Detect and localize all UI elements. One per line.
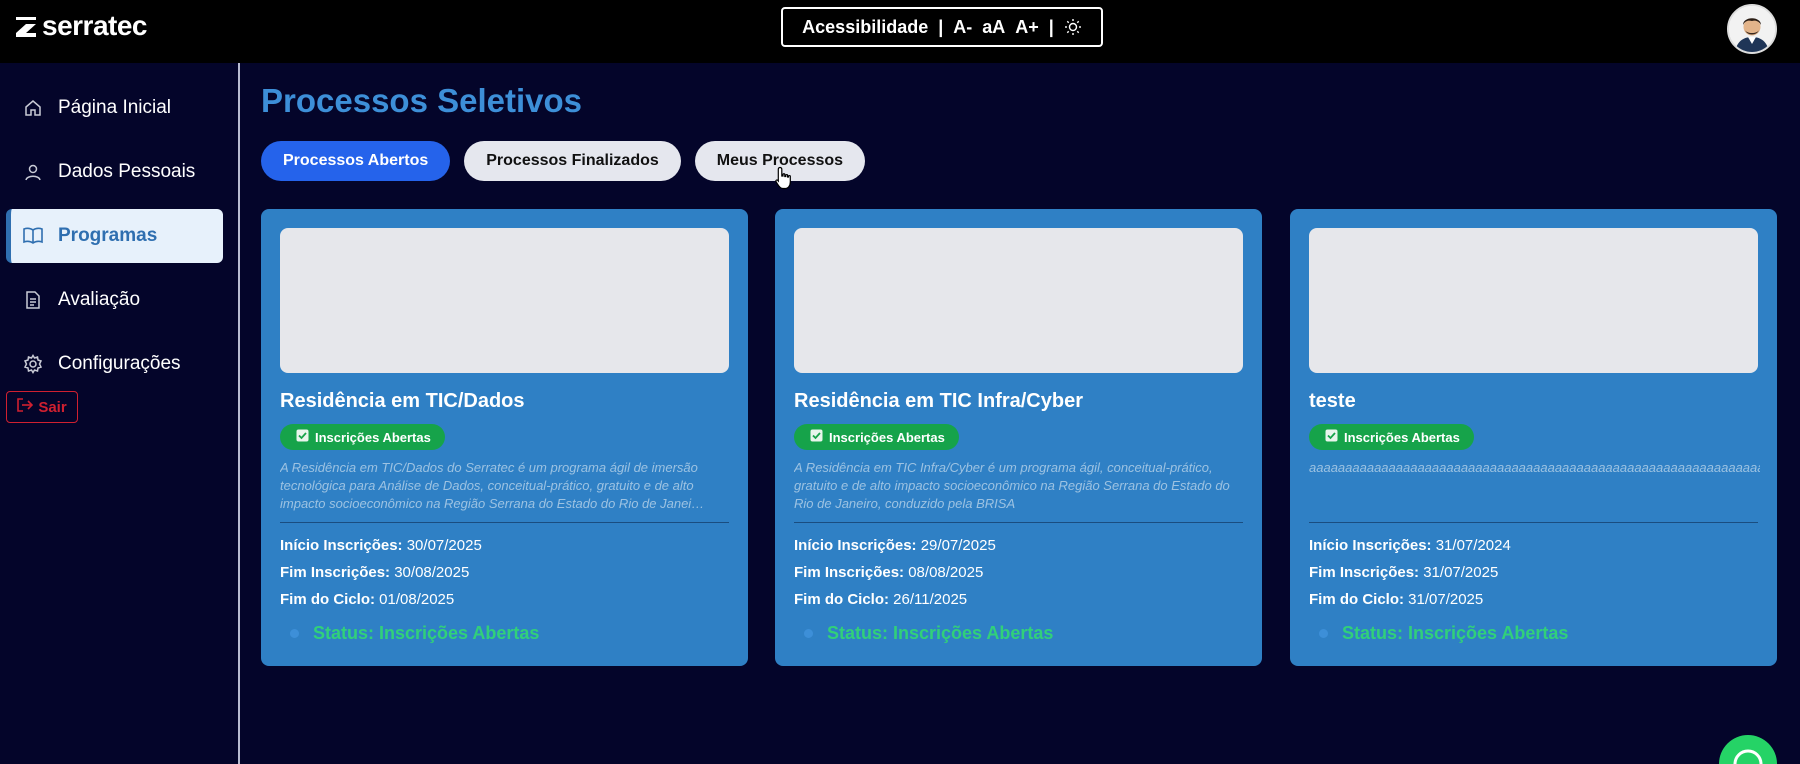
info-inicio-inscricoes: Início Inscrições: 29/07/2025 — [794, 537, 996, 554]
status-badge: Inscrições Abertas — [280, 424, 445, 450]
divider — [280, 522, 729, 523]
info-fim-inscricoes: Fim Inscrições: 31/07/2025 — [1309, 564, 1499, 581]
sidebar-item-label: Programas — [58, 225, 158, 246]
status-label: Status: Inscrições Abertas — [1342, 623, 1569, 643]
home-icon — [22, 97, 44, 119]
divider — [1309, 522, 1758, 523]
info-fim-inscricoes: Fim Inscrições: 30/08/2025 — [280, 564, 470, 581]
info-fim-ciclo: Fim do Ciclo: 31/07/2025 — [1309, 591, 1484, 608]
top-bar: serratec Acessibilidade | A- aA A+ | — [0, 0, 1800, 63]
status-dot-icon — [1319, 629, 1328, 638]
sidebar-item-avaliacao[interactable]: Avaliação — [6, 273, 223, 327]
whatsapp-button[interactable] — [1719, 735, 1777, 764]
checkbox-icon — [1325, 429, 1338, 445]
badge-label: Inscrições Abertas — [1344, 429, 1460, 445]
info-fim-ciclo: Fim do Ciclo: 26/11/2025 — [794, 591, 968, 608]
status-label: Status: Inscrições Abertas — [313, 623, 540, 643]
page-title: Processos Seletivos — [261, 82, 583, 119]
divider — [794, 522, 1243, 523]
sidebar-item-label: Avaliação — [58, 289, 141, 310]
accessibility-label: Acessibilidade — [802, 16, 929, 37]
gear-icon — [22, 353, 44, 375]
logout-button[interactable]: Sair — [6, 391, 78, 423]
badge-label: Inscrições Abertas — [829, 429, 945, 445]
tab-processos-abertos[interactable]: Processos Abertos — [261, 141, 451, 181]
info-fim-inscricoes: Fim Inscrições: 08/08/2025 — [794, 564, 984, 581]
user-avatar[interactable] — [1727, 4, 1777, 54]
info-fim-ciclo: Fim do Ciclo: 01/08/2025 — [280, 591, 455, 608]
font-decrease-button[interactable]: A- — [953, 17, 972, 38]
process-card[interactable]: teste Inscrições Abertas aaaaaaaaaaaaaaa… — [1290, 209, 1777, 666]
logo-text: serratec — [42, 10, 147, 41]
card-title: Residência em TIC Infra/Cyber — [794, 390, 1083, 412]
status-dot-icon — [804, 629, 813, 638]
sidebar-item-programas[interactable]: Programas — [6, 209, 223, 263]
sidebar: Página Inicial Dados Pessoais Programas … — [0, 63, 240, 764]
card-status: Status: Inscrições Abertas — [794, 623, 1053, 644]
card-description: aaaaaaaaaaaaaaaaaaaaaaaaaaaaaaaaaaaaaaaa… — [1309, 460, 1760, 475]
logo-mark-icon — [14, 13, 38, 39]
separator: | — [1048, 16, 1054, 37]
hand-cursor-icon — [775, 166, 793, 195]
sidebar-item-dados-pessoais[interactable]: Dados Pessoais — [6, 145, 223, 199]
status-badge: Inscrições Abertas — [1309, 424, 1474, 450]
logout-icon — [17, 398, 34, 416]
card-image-placeholder — [794, 228, 1243, 373]
card-title: teste — [1309, 390, 1356, 412]
badge-label: Inscrições Abertas — [315, 429, 431, 445]
status-dot-icon — [290, 629, 299, 638]
card-status: Status: Inscrições Abertas — [280, 623, 539, 644]
card-image-placeholder — [280, 228, 729, 373]
book-icon — [22, 225, 44, 247]
card-description: A Residência em TIC Infra/Cyber é um pro… — [794, 460, 1230, 511]
sidebar-item-pagina-inicial[interactable]: Página Inicial — [6, 81, 223, 135]
serratec-logo[interactable]: serratec — [14, 10, 147, 42]
status-label: Status: Inscrições Abertas — [827, 623, 1054, 643]
status-badge: Inscrições Abertas — [794, 424, 959, 450]
user-icon — [22, 161, 44, 183]
info-inicio-inscricoes: Início Inscrições: 30/07/2025 — [280, 537, 482, 554]
card-image-placeholder — [1309, 228, 1758, 373]
card-description: A Residência em TIC/Dados do Serratec é … — [280, 460, 705, 511]
font-increase-button[interactable]: A+ — [1015, 17, 1039, 38]
document-icon — [22, 289, 44, 311]
card-title: Residência em TIC/Dados — [280, 390, 525, 412]
accessibility-bar: Acessibilidade | A- aA A+ | — [781, 7, 1103, 47]
sidebar-item-label: Configurações — [58, 353, 181, 374]
checkbox-icon — [296, 429, 309, 445]
tab-processos-finalizados[interactable]: Processos Finalizados — [464, 141, 681, 181]
sidebar-item-label: Página Inicial — [58, 97, 172, 118]
sun-icon[interactable] — [1064, 18, 1082, 36]
sidebar-item-configuracoes[interactable]: Configurações — [6, 337, 223, 391]
info-inicio-inscricoes: Início Inscrições: 31/07/2024 — [1309, 537, 1511, 554]
process-card[interactable]: Residência em TIC Infra/Cyber Inscrições… — [775, 209, 1262, 666]
card-status: Status: Inscrições Abertas — [1309, 623, 1568, 644]
checkbox-icon — [810, 429, 823, 445]
sidebar-item-label: Dados Pessoais — [58, 161, 196, 182]
separator: | — [938, 16, 944, 37]
font-normal-button[interactable]: aA — [982, 17, 1005, 38]
process-card[interactable]: Residência em TIC/Dados Inscrições Abert… — [261, 209, 748, 666]
logout-label: Sair — [38, 398, 67, 416]
